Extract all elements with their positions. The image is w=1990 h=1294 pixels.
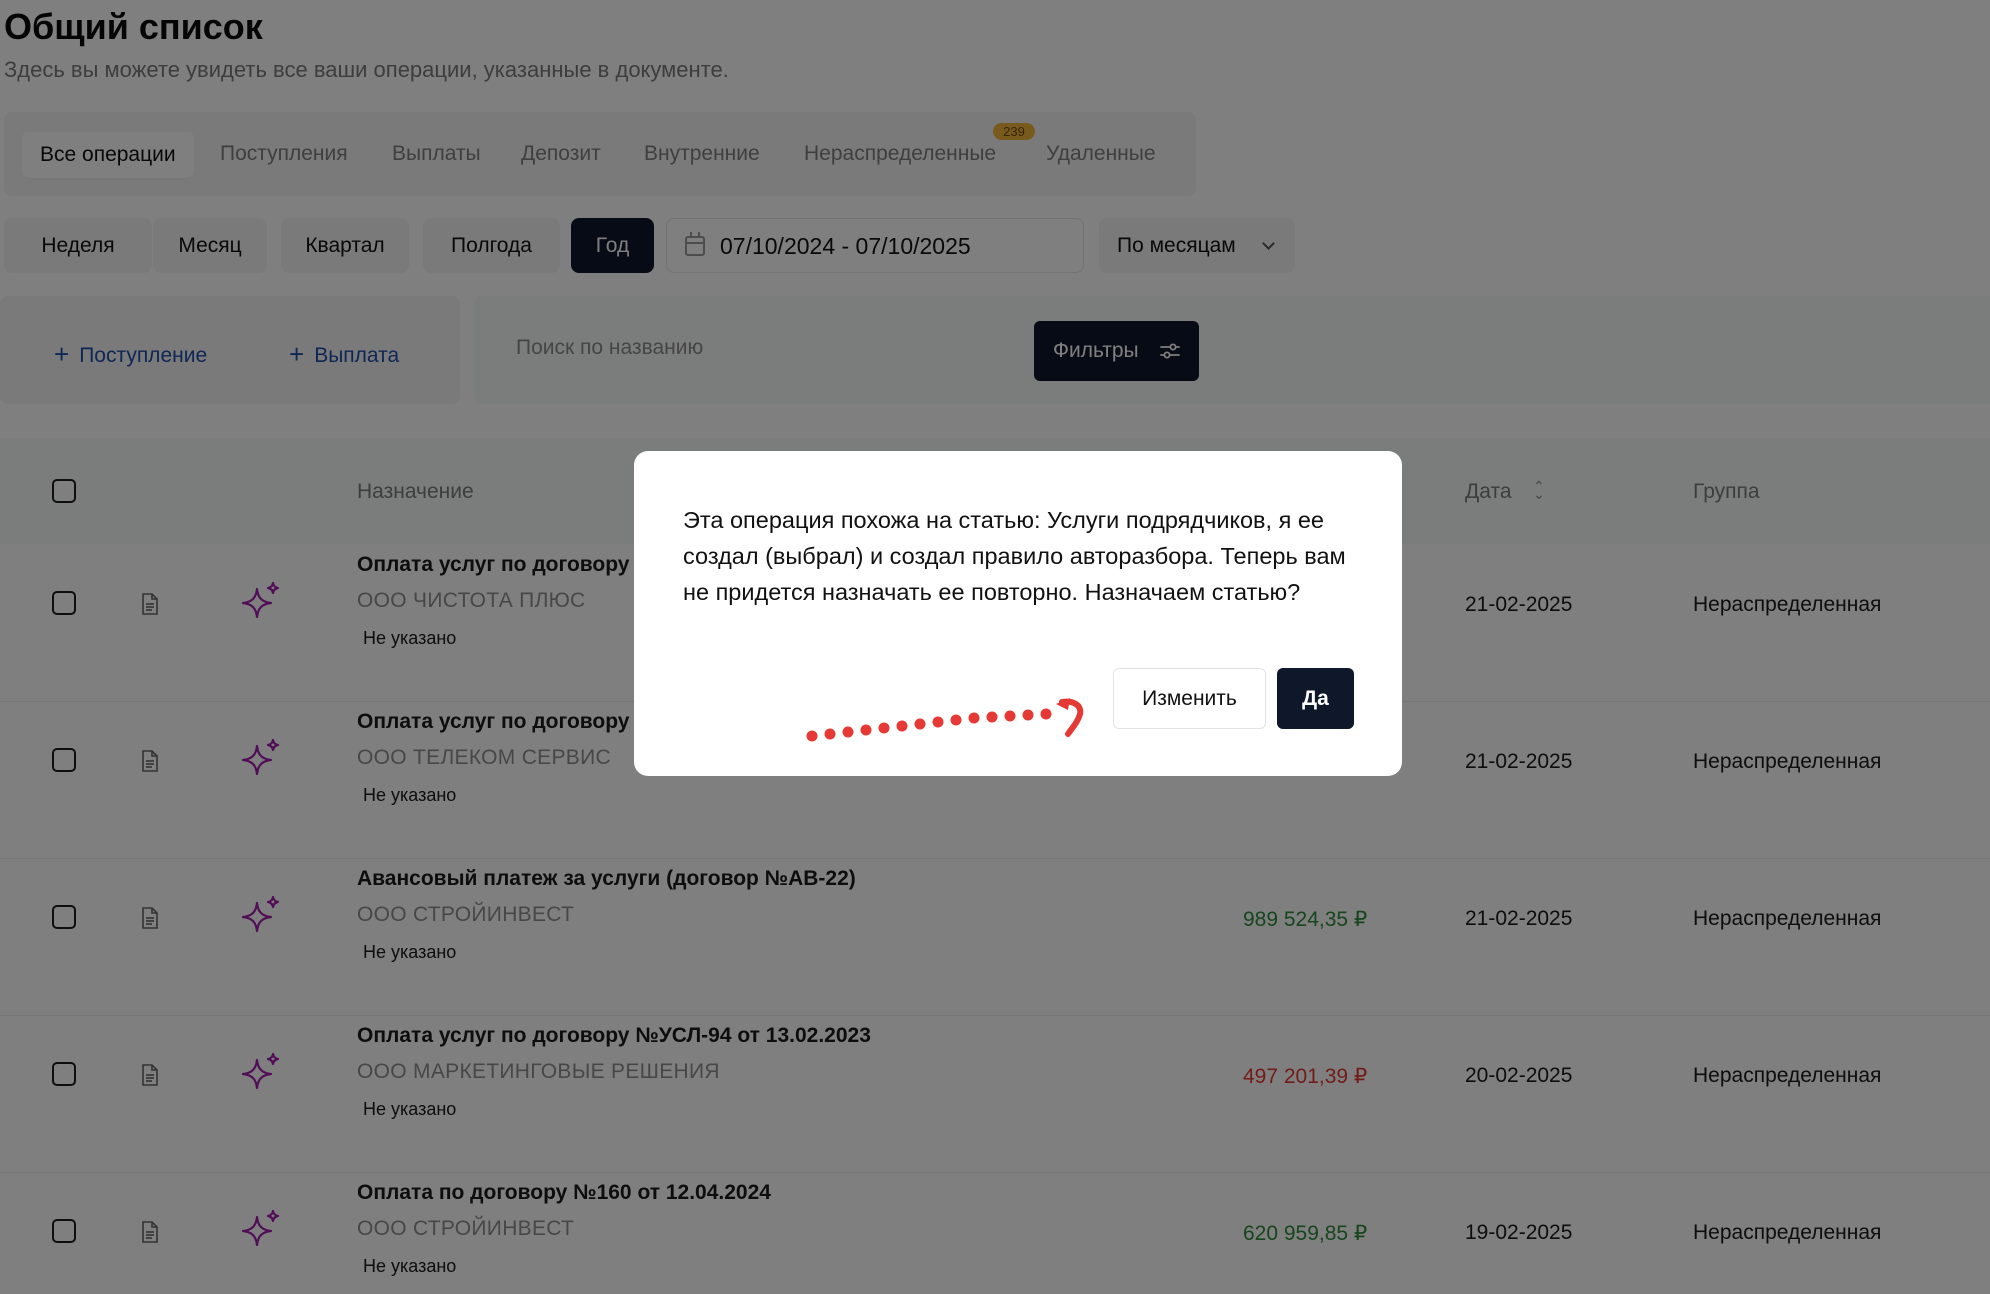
change-button[interactable]: Изменить	[1113, 668, 1266, 729]
curved-arrow-icon	[806, 698, 1084, 742]
dialog-message: Эта операция похожа на статью: Услуги по…	[683, 507, 1346, 605]
confirm-yes-button[interactable]: Да	[1277, 668, 1354, 729]
